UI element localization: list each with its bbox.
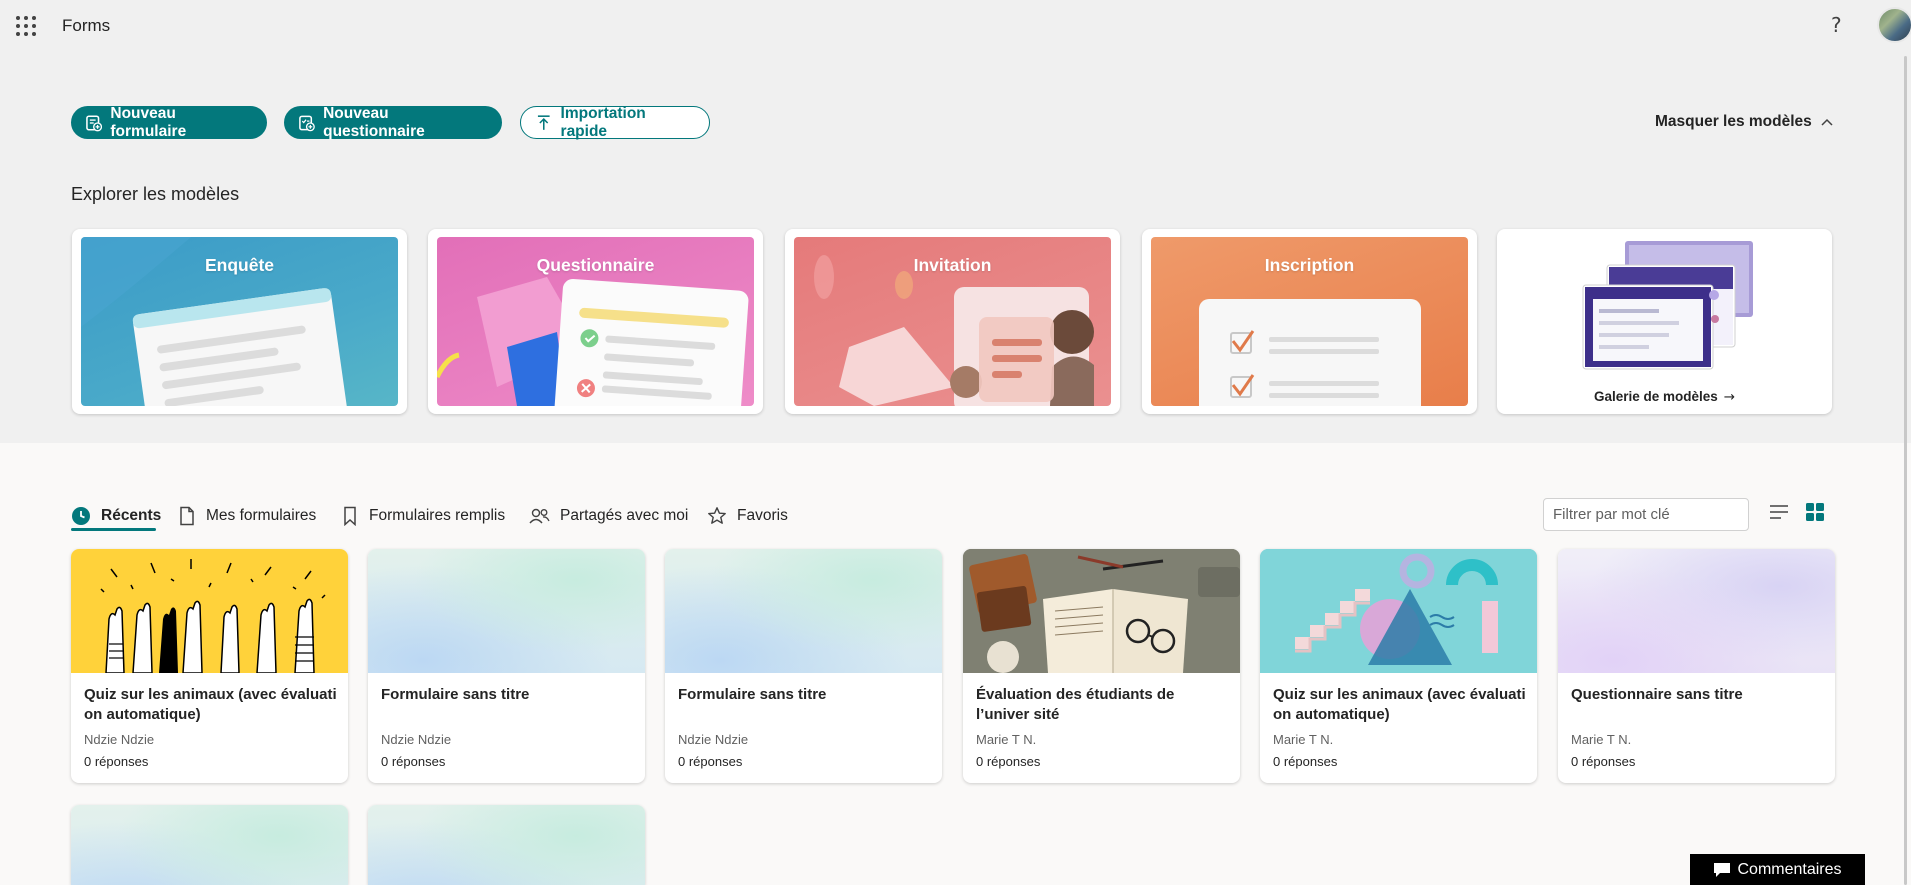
list-view-icon[interactable] <box>1769 504 1789 525</box>
quick-import-button[interactable]: Importation rapide <box>520 104 710 140</box>
template-gallery-card[interactable]: Galerie de modèles → <box>1497 229 1832 414</box>
form-thumbnail <box>1558 549 1835 673</box>
tab-my-forms[interactable]: Mes formulaires <box>178 502 316 530</box>
hide-templates-button[interactable]: Masquer les modèles <box>1655 113 1833 131</box>
form-thumbnail <box>1260 549 1537 673</box>
top-bar: Forms ? <box>0 0 1911 52</box>
tab-label: Formulaires remplis <box>369 507 506 524</box>
app-launcher-icon[interactable] <box>16 16 36 36</box>
form-thumbnail <box>963 549 1240 673</box>
hide-templates-label: Masquer les modèles <box>1655 113 1812 130</box>
form-owner: Ndzie Ndzie <box>678 732 749 747</box>
avatar[interactable] <box>1877 7 1911 43</box>
template-label: Questionnaire <box>536 255 655 275</box>
form-card[interactable]: Questionnaire sans titre Marie T N. 0 ré… <box>1558 549 1835 783</box>
form-responses: 0 réponses <box>1273 754 1338 769</box>
templates-section-title: Explorer les modèles <box>71 184 240 204</box>
template-label: Inscription <box>1264 255 1355 275</box>
grid-view-icon[interactable] <box>1806 503 1824 526</box>
feedback-button[interactable]: Commentaires <box>1690 854 1865 885</box>
form-card[interactable] <box>71 805 348 885</box>
form-owner: Marie T N. <box>1273 732 1334 747</box>
tab-shared-with-me[interactable]: Partagés avec moi <box>529 502 688 530</box>
form-owner: Ndzie Ndzie <box>84 732 155 747</box>
app-title[interactable]: Forms <box>62 16 110 36</box>
form-thumbnail <box>665 549 942 673</box>
form-thumbnail <box>71 549 348 673</box>
quick-import-label: Importation rapide <box>560 104 646 140</box>
people-icon <box>529 508 550 524</box>
tab-label: Récents <box>101 507 162 524</box>
clock-icon <box>72 507 90 525</box>
form-card[interactable]: Formulaire sans titre Ndzie Ndzie 0 répo… <box>665 549 942 783</box>
form-responses: 0 réponses <box>678 754 743 769</box>
template-label: Enquête <box>204 255 275 275</box>
tab-label: Mes formulaires <box>206 507 317 524</box>
tab-label: Partagés avec moi <box>560 507 689 524</box>
form-card[interactable]: Quiz sur les animaux (avec évaluati on a… <box>1260 549 1537 783</box>
upload-icon <box>537 114 550 130</box>
form-owner: Ndzie Ndzie <box>381 732 452 747</box>
template-card-survey[interactable]: Enquête <box>72 229 407 414</box>
template-gallery-label: Galerie de modèles <box>1593 389 1718 404</box>
invitation-illustration: Invitation <box>794 237 1111 406</box>
form-thumbnail <box>368 805 645 885</box>
form-title: Questionnaire sans titre <box>1571 686 1743 703</box>
form-responses: 0 réponses <box>1571 754 1636 769</box>
tab-recent[interactable]: Récents <box>71 502 161 530</box>
template-card-invitation[interactable]: Invitation <box>785 229 1120 414</box>
template-label: Invitation <box>913 255 992 275</box>
chevron-up-icon <box>1821 118 1833 126</box>
form-title: Évaluation des étudiants de l’univer sit… <box>976 686 1175 723</box>
scrollbar[interactable] <box>1904 56 1907 885</box>
form-responses: 0 réponses <box>84 754 149 769</box>
new-form-button[interactable]: Nouveau formulaire <box>71 104 267 140</box>
document-icon <box>180 506 194 526</box>
tab-filled-forms[interactable]: Formulaires remplis <box>341 502 505 530</box>
filter-input[interactable] <box>1543 498 1749 531</box>
template-card-quiz[interactable]: Questionnaire <box>428 229 763 414</box>
form-card[interactable]: Quiz sur les animaux (avec évaluati on a… <box>71 549 348 783</box>
arrow-right-icon: → <box>1723 389 1736 405</box>
active-tab-indicator <box>71 528 156 531</box>
star-icon <box>708 507 726 524</box>
form-card[interactable]: Formulaire sans titre Ndzie Ndzie 0 répo… <box>368 549 645 783</box>
form-card[interactable] <box>368 805 645 885</box>
template-card-registration[interactable]: Inscription <box>1142 229 1477 414</box>
quiz-icon <box>299 115 315 131</box>
form-icon <box>86 114 103 131</box>
form-owner: Marie T N. <box>1571 732 1632 747</box>
bookmark-icon <box>344 506 356 526</box>
new-quiz-label: Nouveau questionnaire <box>323 104 425 140</box>
template-gallery-preview <box>1582 241 1753 370</box>
template-gallery-link[interactable]: Galerie de modèles → <box>1497 389 1832 405</box>
form-responses: 0 réponses <box>976 754 1041 769</box>
form-responses: 0 réponses <box>381 754 446 769</box>
form-owner: Marie T N. <box>976 732 1037 747</box>
survey-illustration: Enquête <box>81 237 398 406</box>
form-thumbnail <box>71 805 348 885</box>
registration-illustration: Inscription <box>1151 237 1468 406</box>
form-card[interactable]: Évaluation des étudiants de l’univer sit… <box>963 549 1240 783</box>
form-title: Formulaire sans titre <box>381 686 530 703</box>
new-quiz-button[interactable]: Nouveau questionnaire <box>284 104 502 140</box>
help-icon[interactable]: ? <box>1831 13 1842 37</box>
comment-icon <box>1714 862 1731 877</box>
new-form-label: Nouveau formulaire <box>110 104 187 140</box>
form-thumbnail <box>368 549 645 673</box>
quiz-illustration: Questionnaire <box>437 237 754 406</box>
form-title: Formulaire sans titre <box>678 686 827 703</box>
tab-label: Favoris <box>737 507 788 524</box>
feedback-label: Commentaires <box>1737 860 1842 878</box>
tab-favorites[interactable]: Favoris <box>707 502 788 530</box>
form-title: Quiz sur les animaux (avec évaluati on a… <box>84 686 337 723</box>
form-title: Quiz sur les animaux (avec évaluati on a… <box>1273 686 1526 723</box>
